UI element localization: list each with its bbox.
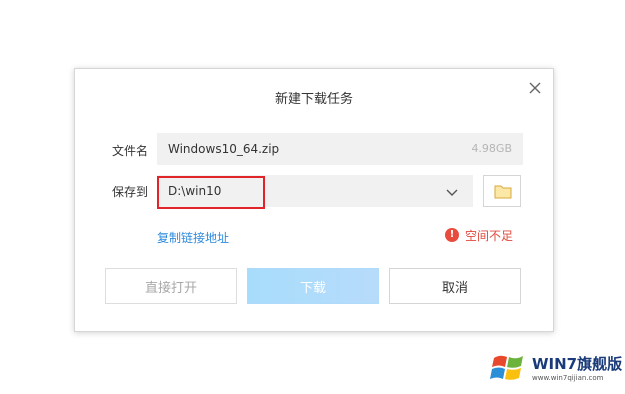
close-icon[interactable]	[528, 81, 542, 95]
screen: 新建下载任务 文件名 Windows10_64.zip 4.98GB 保存到 D…	[0, 0, 625, 394]
dialog-title: 新建下载任务	[274, 92, 353, 107]
folder-icon	[494, 185, 512, 199]
warning-icon: !	[445, 228, 459, 242]
file-size: 4.98GB	[471, 142, 512, 155]
open-directly-button[interactable]: 直接打开	[105, 268, 237, 304]
saveto-label: 保存到	[112, 185, 149, 199]
browse-folder-button[interactable]	[483, 175, 521, 207]
watermark: WIN7旗舰版 www.win7qijian.com	[490, 348, 625, 388]
chevron-down-icon[interactable]	[445, 184, 459, 198]
space-warning: ! 空间不足	[445, 227, 513, 243]
filename-field[interactable]: Windows10_64.zip 4.98GB	[157, 133, 523, 165]
windows-logo-icon	[490, 355, 523, 380]
new-download-dialog: 新建下载任务 文件名 Windows10_64.zip 4.98GB 保存到 D…	[74, 68, 554, 332]
copy-link-button[interactable]: 复制链接地址	[157, 229, 229, 246]
filename-label: 文件名	[112, 144, 149, 158]
warning-text: 空间不足	[465, 228, 514, 243]
watermark-brand: WIN7旗舰版	[532, 355, 623, 373]
filename-value: Windows10_64.zip	[168, 142, 280, 156]
highlight-box	[157, 176, 265, 209]
download-button[interactable]: 下载	[247, 268, 379, 304]
watermark-site: www.win7qijian.com	[532, 374, 604, 382]
cancel-button[interactable]: 取消	[389, 268, 521, 304]
